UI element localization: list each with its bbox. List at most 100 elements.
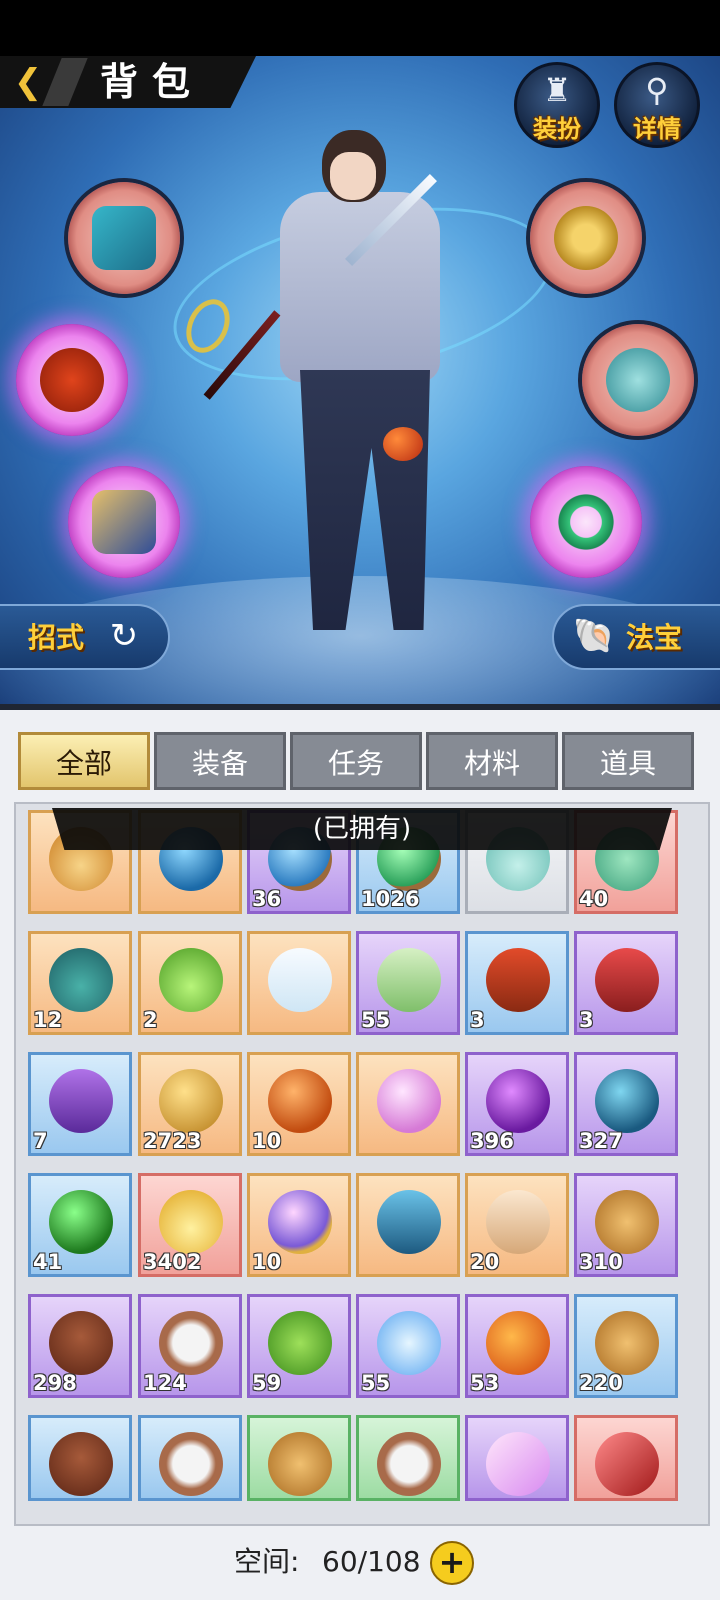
item-slot[interactable]: 3 bbox=[574, 931, 678, 1035]
item-count: 10 bbox=[252, 1129, 282, 1153]
item-slot[interactable]: 41 bbox=[28, 1173, 132, 1277]
character-body bbox=[280, 192, 440, 382]
purple-orb-icon bbox=[486, 1069, 550, 1133]
item-slot[interactable]: 55 bbox=[356, 931, 460, 1035]
tab-0[interactable]: 全部 bbox=[18, 732, 150, 790]
orange-orb-icon bbox=[268, 1069, 332, 1133]
panel-divider bbox=[0, 704, 720, 710]
item-slot[interactable]: 298 bbox=[28, 1294, 132, 1398]
equip-slot-armor[interactable] bbox=[68, 466, 180, 578]
outfit-label: 装扮 bbox=[533, 115, 581, 143]
item-count: 53 bbox=[470, 1371, 500, 1395]
outfit-button[interactable]: ♜ 装扮 bbox=[514, 62, 600, 148]
item-slot[interactable] bbox=[247, 1415, 351, 1501]
item-slot[interactable]: 220 bbox=[574, 1294, 678, 1398]
item-slot[interactable]: 327 bbox=[574, 1052, 678, 1156]
hooded-figure-icon: ♜ bbox=[542, 71, 572, 109]
rainbow-orb-icon bbox=[268, 1190, 332, 1254]
tea-leaf-icon bbox=[268, 1311, 332, 1375]
item-slot[interactable]: 53 bbox=[465, 1294, 569, 1398]
item-count: 10 bbox=[252, 1250, 282, 1274]
tab-1[interactable]: 装备 bbox=[154, 732, 286, 790]
item-count: 36 bbox=[252, 887, 282, 911]
item-count: 41 bbox=[33, 1250, 63, 1274]
item-slot[interactable] bbox=[465, 1415, 569, 1501]
equip-slot-amulet[interactable] bbox=[16, 324, 128, 436]
moves-label: 招式 bbox=[28, 621, 85, 654]
pink-pearl-icon bbox=[377, 1069, 441, 1133]
item-count: 3 bbox=[470, 1008, 485, 1032]
item-slot[interactable]: 3 bbox=[465, 931, 569, 1035]
item-slot[interactable]: 3402 bbox=[138, 1173, 242, 1277]
amulet-icon bbox=[40, 348, 104, 412]
item-slot[interactable] bbox=[28, 1415, 132, 1501]
tab-3[interactable]: 材料 bbox=[426, 732, 558, 790]
refresh-icon: ↻ bbox=[109, 616, 139, 656]
green-potion-icon bbox=[159, 948, 223, 1012]
treasure-label: 法宝 bbox=[626, 621, 683, 654]
item-count: 327 bbox=[579, 1129, 623, 1153]
equip-slot-pendant[interactable] bbox=[582, 324, 694, 436]
item-count: 220 bbox=[579, 1371, 623, 1395]
detail-label: 详情 bbox=[633, 115, 681, 143]
ginseng-icon bbox=[595, 1190, 659, 1254]
item-slot[interactable]: 124 bbox=[138, 1294, 242, 1398]
item-slot[interactable]: 2 bbox=[138, 931, 242, 1035]
jade-pendant-icon bbox=[606, 348, 670, 412]
rune-paper-icon bbox=[486, 1190, 550, 1254]
treasure-tab[interactable]: 🐚 法宝 bbox=[552, 604, 720, 670]
item-count: 1026 bbox=[361, 887, 420, 911]
green-orb-icon bbox=[49, 1190, 113, 1254]
rice-bowl-icon bbox=[377, 1432, 441, 1496]
item-count: 59 bbox=[252, 1371, 282, 1395]
item-count: 20 bbox=[470, 1250, 500, 1274]
lingzhi-icon bbox=[49, 1432, 113, 1496]
item-count: 2 bbox=[143, 1008, 158, 1032]
item-slot[interactable]: 310 bbox=[574, 1173, 678, 1277]
tab-4[interactable]: 道具 bbox=[562, 732, 694, 790]
item-slot[interactable]: 59 bbox=[247, 1294, 351, 1398]
equip-slot-ring[interactable] bbox=[530, 182, 642, 294]
plus-icon[interactable]: + bbox=[430, 1541, 474, 1585]
item-slot[interactable]: 20 bbox=[465, 1173, 569, 1277]
item-count: 7 bbox=[33, 1129, 48, 1153]
item-count: 396 bbox=[470, 1129, 514, 1153]
item-slot[interactable]: 55 bbox=[356, 1294, 460, 1398]
equip-slot-bracelet[interactable] bbox=[530, 466, 642, 578]
rice-bowl-icon bbox=[159, 1432, 223, 1496]
item-count: 3 bbox=[579, 1008, 594, 1032]
owned-banner: (已拥有) bbox=[52, 808, 672, 850]
item-slot[interactable] bbox=[356, 1173, 460, 1277]
teal-orb-icon bbox=[595, 1069, 659, 1133]
item-slot[interactable] bbox=[356, 1415, 460, 1501]
space-value: 60/108 bbox=[322, 1545, 421, 1578]
moves-tab[interactable]: 招式 ↻ bbox=[0, 604, 170, 670]
ring-icon bbox=[554, 206, 618, 270]
golden-drop-icon bbox=[159, 1190, 223, 1254]
teal-pouch-icon bbox=[49, 948, 113, 1012]
green-talisman-icon bbox=[377, 948, 441, 1012]
bag-screen: ❮ 背包 ♜ 装扮 ⚲ 详情 招式 ↻ 🐚 法宝 空间: 60/108 + 全部… bbox=[0, 0, 720, 1600]
item-slot[interactable] bbox=[356, 1052, 460, 1156]
lingzhi-icon bbox=[49, 1311, 113, 1375]
magnifier-icon: ⚲ bbox=[645, 71, 669, 109]
item-slot[interactable] bbox=[574, 1415, 678, 1501]
item-slot[interactable]: 7 bbox=[28, 1052, 132, 1156]
character-legs bbox=[300, 370, 430, 630]
item-slot[interactable]: 396 bbox=[465, 1052, 569, 1156]
item-slot[interactable]: 2723 bbox=[138, 1052, 242, 1156]
detail-button[interactable]: ⚲ 详情 bbox=[614, 62, 700, 148]
status-bar bbox=[0, 0, 720, 56]
item-slot[interactable] bbox=[138, 1415, 242, 1501]
item-slot[interactable]: 10 bbox=[247, 1052, 351, 1156]
fire-fruit-icon bbox=[486, 1311, 550, 1375]
equip-slot-helmet[interactable] bbox=[68, 182, 180, 294]
item-slot[interactable]: 12 bbox=[28, 931, 132, 1035]
gourd-icon bbox=[383, 427, 423, 461]
item-count: 310 bbox=[579, 1250, 623, 1274]
back-arrow-icon[interactable]: ❮ bbox=[6, 62, 50, 102]
tab-2[interactable]: 任务 bbox=[290, 732, 422, 790]
item-slot[interactable]: 10 bbox=[247, 1173, 351, 1277]
item-count: 12 bbox=[33, 1008, 63, 1032]
item-slot[interactable] bbox=[247, 931, 351, 1035]
